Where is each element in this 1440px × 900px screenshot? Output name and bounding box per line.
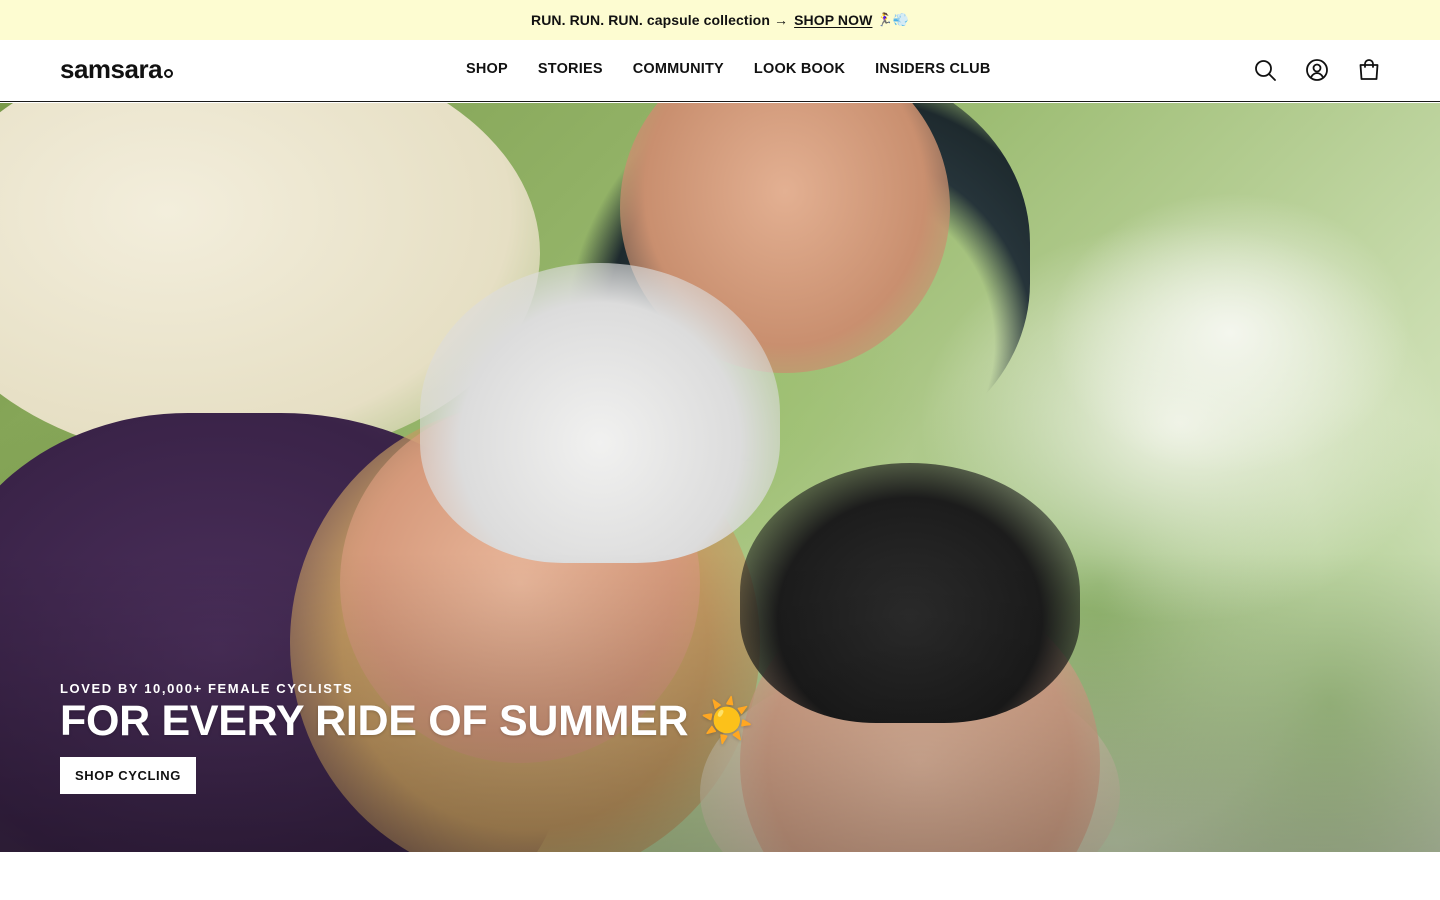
site-logo[interactable]: samsara — [60, 54, 174, 85]
hero-eyebrow: LOVED BY 10,000+ FEMALE CYCLISTS — [60, 681, 354, 696]
logo-wordmark: samsara — [60, 54, 163, 84]
hero-banner: LOVED BY 10,000+ FEMALE CYCLISTS FOR EVE… — [0, 103, 1440, 852]
search-icon[interactable] — [1253, 58, 1277, 82]
nav-item-stories[interactable]: STORIES — [538, 61, 603, 77]
header-actions — [1253, 58, 1381, 82]
nav-item-community[interactable]: COMMUNITY — [633, 61, 724, 77]
shop-now-link[interactable]: SHOP NOW — [794, 12, 872, 28]
site-header: samsara SHOP STORIES COMMUNITY LOOK BOOK… — [0, 40, 1440, 102]
hero-headline: FOR EVERY RIDE OF SUMMER ☀️ — [60, 697, 754, 745]
announcement-text: RUN. RUN. RUN. capsule collection — [530, 12, 770, 28]
main-nav: SHOP STORIES COMMUNITY LOOK BOOK INSIDER… — [466, 61, 1021, 77]
hero-copy: LOVED BY 10,000+ FEMALE CYCLISTS FOR EVE… — [60, 681, 754, 795]
account-icon[interactable] — [1305, 58, 1329, 82]
nav-item-shop[interactable]: SHOP — [466, 61, 508, 77]
nav-item-look-book[interactable]: LOOK BOOK — [754, 61, 845, 77]
shopping-bag-icon[interactable] — [1357, 58, 1381, 82]
runner-emoji: 🏃‍♀️💨 — [876, 12, 910, 27]
nav-item-insiders-club[interactable]: INSIDERS CLUB — [875, 61, 990, 77]
announcement-bar: RUN. RUN. RUN. capsule collection → SHOP… — [0, 0, 1440, 40]
shop-cycling-button[interactable]: SHOP CYCLING — [60, 757, 196, 795]
announcement-arrow: → — [774, 12, 789, 28]
logo-circle-icon — [164, 69, 174, 78]
